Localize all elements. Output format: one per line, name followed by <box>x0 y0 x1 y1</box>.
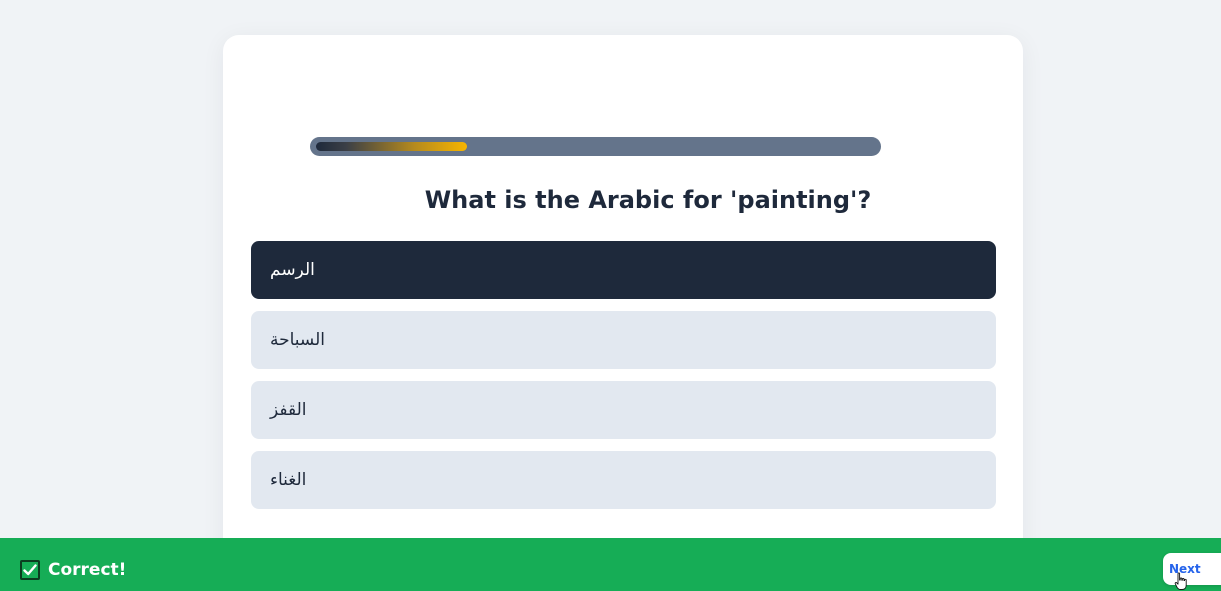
feedback-status-text: Correct! <box>48 560 127 580</box>
feedback-bar: Correct! Next <box>0 538 1221 591</box>
answer-option-label: الرسم <box>270 260 315 280</box>
hand-cursor-icon <box>1174 572 1187 590</box>
answer-option[interactable]: السباحة <box>251 311 996 369</box>
answer-option-label: السباحة <box>270 330 326 350</box>
progress-bar-fill <box>316 142 467 151</box>
next-button[interactable]: Next <box>1163 553 1221 585</box>
answer-option-label: القفز <box>270 400 307 420</box>
quiz-page: What is the Arabic for 'painting'? الرسم… <box>0 0 1221 591</box>
answer-option[interactable]: الغناء <box>251 451 996 509</box>
answer-option[interactable]: القفز <box>251 381 996 439</box>
question-title: What is the Arabic for 'painting'? <box>424 186 872 214</box>
checkbox-check-icon <box>20 560 40 580</box>
answer-option[interactable]: الرسم <box>251 241 996 299</box>
progress-bar <box>310 137 881 156</box>
answer-option-label: الغناء <box>270 470 307 490</box>
answer-options: الرسم السباحة القفز الغناء <box>251 241 996 521</box>
